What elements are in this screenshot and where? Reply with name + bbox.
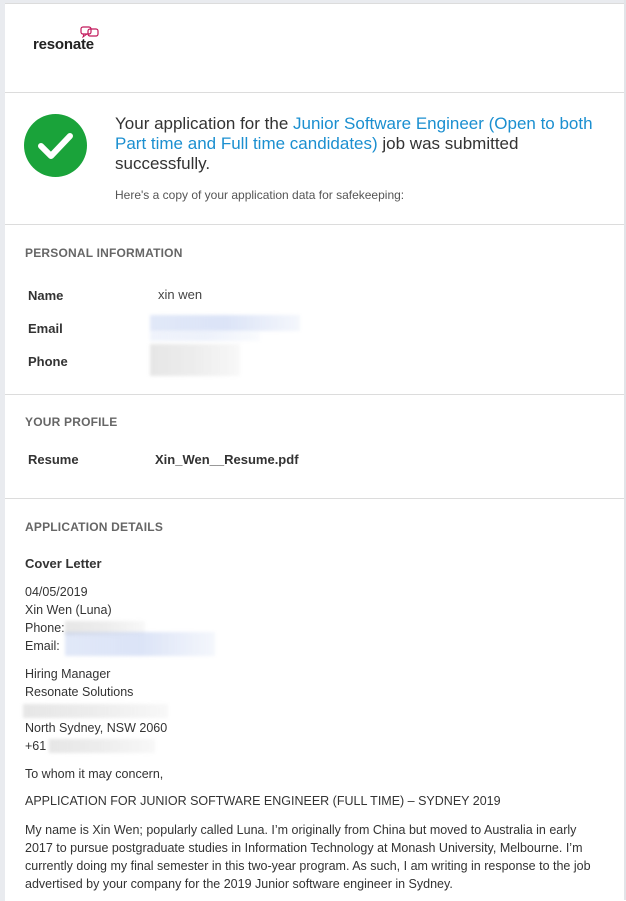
name-value: xin wen — [158, 287, 203, 302]
copy-note: Here's a copy of your application data f… — [115, 188, 405, 202]
brand-logo[interactable]: resonate — [33, 26, 99, 53]
email-label: Email — [28, 321, 63, 336]
success-badge — [24, 114, 87, 177]
speech-bubbles-icon — [80, 26, 99, 38]
redacted-address — [23, 704, 168, 718]
header-divider — [5, 92, 626, 93]
name-label: Name — [28, 288, 64, 303]
success-message: Your application for the Junior Software… — [115, 114, 605, 174]
letter-body-paragraph: My name is Xin Wen; popularly called Lun… — [25, 823, 591, 891]
checkmark-icon — [38, 133, 73, 159]
section-divider — [5, 498, 626, 499]
letter-phone: Phone: — [25, 621, 65, 635]
section-divider — [5, 224, 626, 225]
application-details-title: APPLICATION DETAILS — [25, 520, 164, 534]
phone-label: Phone — [28, 354, 68, 369]
resume-file-link[interactable]: Xin_Wen__Resume.pdf — [155, 452, 299, 467]
section-divider — [5, 394, 626, 395]
letter-company: Resonate Solutions — [25, 685, 134, 699]
letter-salutation: To whom it may concern, — [25, 767, 164, 781]
redacted-email-shadow — [150, 331, 260, 341]
success-prefix: Your application for the — [115, 114, 293, 133]
redacted-email — [150, 315, 300, 331]
personal-info-title: PERSONAL INFORMATION — [25, 246, 183, 260]
profile-title: YOUR PROFILE — [25, 415, 118, 429]
application-confirmation-page: resonate Your application for the Junior… — [5, 3, 626, 901]
resume-label: Resume — [28, 452, 79, 467]
redacted-company-phone — [49, 739, 155, 753]
letter-recipient: Hiring Manager — [25, 667, 111, 681]
brand-name: resonate — [33, 36, 94, 53]
letter-email: Email: — [25, 639, 60, 653]
letter-city: North Sydney, NSW 2060 — [25, 721, 168, 735]
letter-subject: APPLICATION FOR JUNIOR SOFTWARE ENGINEER… — [25, 794, 501, 808]
letter-sender: Xin Wen (Luna) — [25, 603, 112, 617]
redacted-email — [65, 632, 215, 656]
cover-letter-label: Cover Letter — [25, 556, 102, 571]
redacted-phone — [150, 344, 240, 376]
letter-phone-code: +61 — [25, 739, 47, 753]
letter-date: 04/05/2019 — [25, 585, 88, 599]
